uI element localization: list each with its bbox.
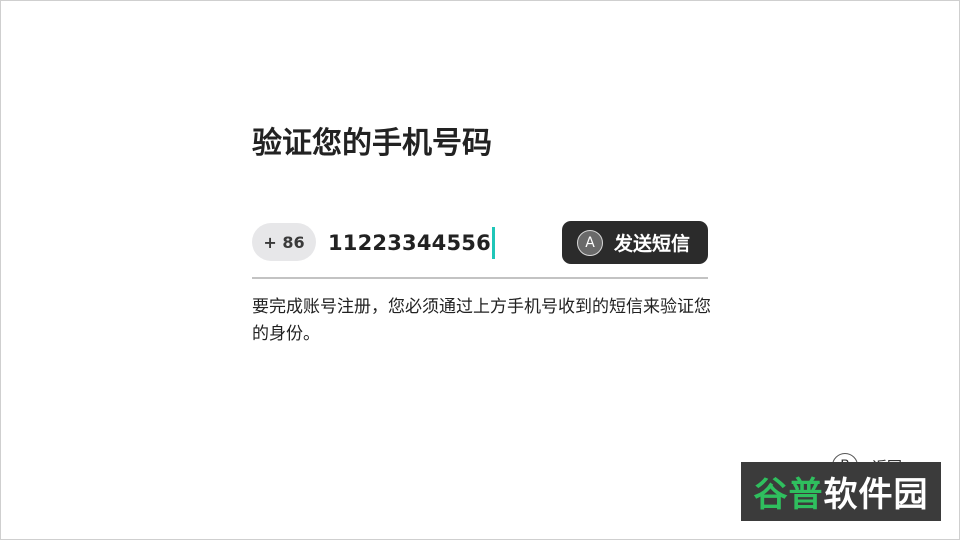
send-sms-label: 发送短信 (614, 233, 691, 255)
send-sms-button[interactable]: A 发送短信 (562, 221, 708, 264)
country-code-selector[interactable]: + 86 (252, 223, 316, 261)
watermark-text-green: 谷普 (753, 475, 824, 515)
description-text: 要完成账号注册，您必须通过上方手机号收到的短信来验证您的身份。 (252, 297, 711, 344)
phone-number-value: 11223344556 (328, 231, 491, 255)
input-underline (252, 277, 708, 279)
watermark-logo: 谷普 软件园 (741, 462, 941, 521)
watermark-text-white: 软件园 (823, 475, 929, 515)
phone-number-input[interactable]: 11223344556 (328, 226, 495, 260)
text-caret (491, 227, 495, 259)
phone-row: + 86 11223344556 A 发送短信 (252, 221, 708, 264)
screen-frame (0, 0, 960, 540)
page-title: 验证您的手机号码 (252, 126, 492, 161)
a-button-icon: A (577, 229, 603, 256)
